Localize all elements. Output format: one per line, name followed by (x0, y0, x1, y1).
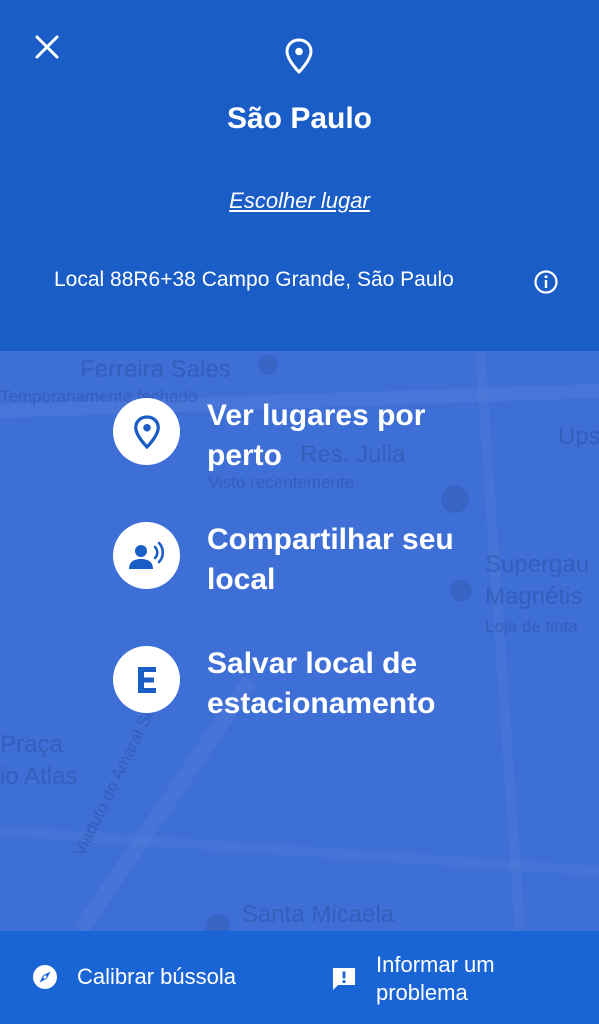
location-pin-icon (133, 414, 160, 449)
save-parking-action[interactable]: Salvar local de estacionamento (113, 646, 507, 724)
choose-place-link[interactable]: Escolher lugar (0, 188, 599, 214)
save-parking-label: Salvar local de estacionamento (207, 647, 436, 720)
location-pin-icon (285, 38, 313, 74)
parking-e-icon (137, 666, 156, 693)
map-label-ups: Ups (558, 423, 599, 450)
nearby-places-action[interactable]: Ver lugares por perto (113, 398, 487, 476)
calibrate-compass-label: Calibrar bússola (77, 964, 236, 989)
map-label-recently-viewed: Visto recentemente (208, 473, 355, 492)
report-problem-label: Informar um problema (376, 952, 495, 1005)
map-label-supergau: Supergau (485, 551, 590, 578)
report-problem-button[interactable]: Informar um problema (330, 951, 536, 1007)
map-label-io-atlas: io Atlas (0, 763, 78, 790)
place-title: São Paulo (226, 102, 373, 135)
calibrate-compass-button[interactable]: Calibrar bússola (32, 963, 236, 991)
close-icon (35, 35, 59, 59)
map-label-paint-shop: Loja de tinta (485, 617, 578, 636)
map-label-magnetis: Magnétis (485, 583, 583, 610)
bottom-bar: Calibrar bússola Informar um problema (0, 931, 599, 1024)
close-button[interactable] (28, 28, 66, 66)
location-header: São Paulo Escolher lugar Local 88R6+38 C… (0, 0, 599, 351)
compass-icon (33, 965, 57, 989)
map-label-ferreira-sales: Ferreira Sales (80, 356, 231, 383)
save-parking-icon-circle (113, 646, 180, 713)
report-feedback-icon (333, 968, 355, 990)
info-icon[interactable] (533, 269, 559, 295)
map-label-praca: Praça (0, 731, 63, 758)
nearby-places-label: Ver lugares por perto (207, 399, 426, 472)
plus-code-address: Local 88R6+38 Campo Grande, São Paulo (54, 268, 454, 291)
nearby-places-icon-circle (113, 398, 180, 465)
share-location-label: Compartilhar seu local (207, 523, 454, 596)
map-label-santa-micaela: Santa Micaela (242, 901, 395, 928)
share-location-person-icon (128, 541, 164, 569)
share-location-action[interactable]: Compartilhar seu local (113, 522, 497, 600)
share-location-icon-circle (113, 522, 180, 589)
